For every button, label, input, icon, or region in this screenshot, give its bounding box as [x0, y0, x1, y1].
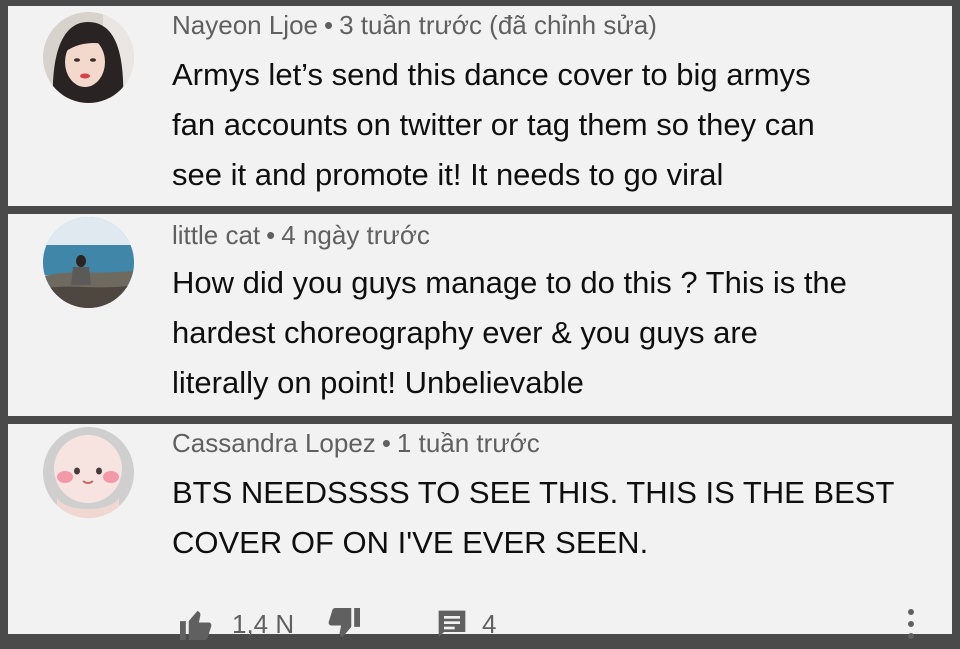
comment-time: 4 ngày trước [281, 220, 430, 250]
comment-line: literally on point! Unbelievable [172, 365, 584, 400]
comment-card: Cassandra Lopez • 1 tuần trước BTS NEEDSSS… [8, 424, 952, 640]
comment-line: see it and promote it! It needs to go vi… [172, 157, 724, 192]
comment-line: fan accounts on twitter or tag them so t… [172, 107, 815, 142]
separator-dot: • [381, 428, 391, 458]
more-options-icon[interactable] [906, 604, 916, 644]
comment-text: How did you guys manage to do this ? Thi… [172, 258, 932, 408]
dislike-button[interactable] [326, 604, 362, 644]
comment-line: COVER OF ON I'VE EVER SEEN. [172, 525, 649, 560]
like-count: 1,4 N [232, 608, 295, 639]
comment-line: How did you guys manage to do this ? Thi… [172, 265, 847, 300]
comment-time: 1 tuần trước [396, 428, 540, 458]
comment-meta: Nayeon Ljoe • 3 tuần trước (đã chỉnh sửa) [172, 10, 657, 41]
separator-dot: • [266, 220, 276, 250]
comment-line: BTS NEEDSSSS TO SEE THIS. THIS IS THE BE… [172, 475, 895, 510]
comment-time: 3 tuần trước (đã chỉnh sửa) [339, 10, 657, 40]
dislike-icon [326, 608, 362, 640]
reply-icon [436, 608, 468, 640]
comment-card: Nayeon Ljoe • 3 tuần trước (đã chỉnh sửa) … [8, 6, 952, 206]
avatar[interactable] [43, 12, 134, 103]
comment-actions: 1,4 N 4 [168, 604, 948, 644]
separator-dot: • [324, 10, 334, 40]
comment-text: BTS NEEDSSSS TO SEE THIS. THIS IS THE BE… [172, 468, 932, 568]
comment-meta: little cat • 4 ngày trước [172, 220, 430, 251]
comment-line: Armys let’s send this dance cover to big… [172, 57, 811, 92]
author-name[interactable]: Nayeon Ljoe [172, 10, 318, 40]
reply-count: 4 [482, 608, 497, 639]
comment-meta: Cassandra Lopez • 1 tuần trước [172, 428, 540, 459]
comment-card: little cat • 4 ngày trước How did you guys… [8, 214, 952, 416]
author-name[interactable]: Cassandra Lopez [172, 428, 376, 458]
like-button[interactable]: 1,4 N [178, 604, 294, 644]
avatar[interactable] [43, 217, 134, 308]
avatar[interactable] [43, 427, 134, 518]
comment-line: hardest choreography ever & you guys are [172, 315, 758, 350]
like-icon [178, 608, 214, 640]
comment-text: Armys let’s send this dance cover to big… [172, 50, 932, 200]
author-name[interactable]: little cat [172, 220, 260, 250]
reply-button[interactable]: 4 [436, 604, 496, 644]
